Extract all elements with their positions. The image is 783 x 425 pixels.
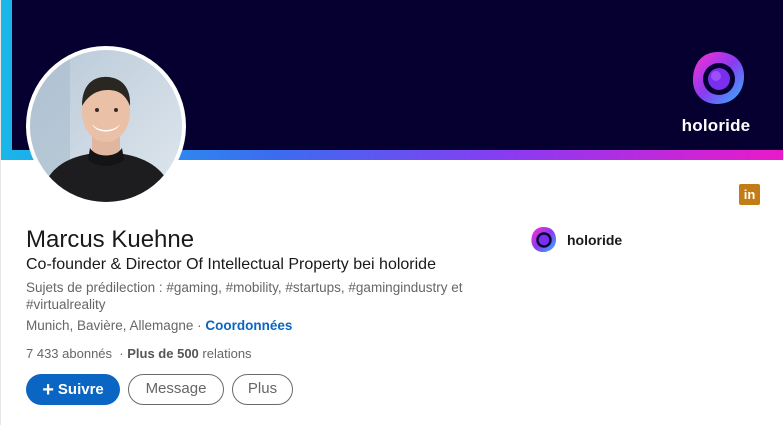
company-name: holoride	[567, 232, 623, 248]
holoride-mark-icon	[692, 52, 745, 104]
banner-brand-word: holoride	[681, 116, 751, 135]
holoride-logo-icon	[530, 226, 557, 253]
connections-count: Plus de 500	[127, 346, 199, 361]
message-button[interactable]: Message	[128, 374, 224, 405]
profile-location-row: Munich, Bavière, Allemagne · Coordonnées	[26, 318, 292, 333]
profile-headline: Co-founder & Director Of Intellectual Pr…	[26, 256, 436, 273]
profile-name: Marcus Kuehne	[26, 226, 195, 253]
profile-location: Munich, Bavière, Allemagne	[26, 318, 194, 333]
location-separator: ·	[197, 318, 202, 333]
linkedin-icon[interactable]: in	[739, 184, 760, 205]
plus-icon: +	[42, 379, 54, 401]
profile-card: holoride in Marcus Kuehne Co-founder & D…	[0, 0, 783, 425]
follow-button[interactable]: + Suivre	[26, 374, 120, 405]
profile-stats: 7 433 abonnés · Plus de 500 relations	[26, 346, 252, 361]
contact-info-link[interactable]: Coordonnées	[205, 318, 292, 333]
profile-topics: Sujets de prédilection : #gaming, #mobil…	[26, 280, 463, 312]
banner-holoride-logo: holoride	[678, 50, 754, 136]
more-button[interactable]: Plus	[232, 374, 293, 405]
follow-label: Suivre	[57, 381, 104, 398]
followers-count[interactable]: 7 433 abonnés	[26, 346, 112, 361]
connections-label: relations	[202, 346, 252, 361]
avatar-photo	[30, 50, 182, 202]
profile-avatar[interactable]	[26, 46, 186, 206]
stats-separator: ·	[119, 346, 124, 361]
